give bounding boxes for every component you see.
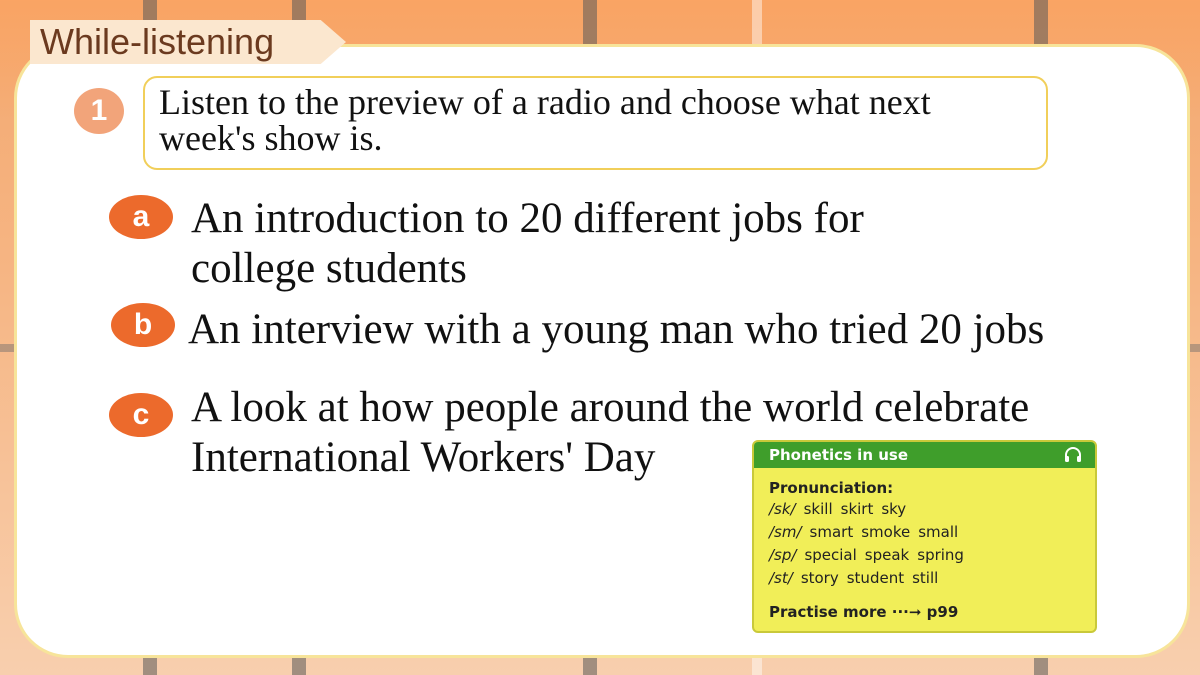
example-word: still xyxy=(912,569,939,587)
option-line: An introduction to 20 different jobs for xyxy=(191,195,864,242)
option-b-text[interactable]: An interview with a young man who tried … xyxy=(188,305,1044,355)
practise-more-link[interactable]: Practise more ···➞ p99 xyxy=(769,602,1095,622)
headphones-icon[interactable] xyxy=(1063,445,1083,465)
instruction-line: Listen to the preview of a radio and cho… xyxy=(159,82,931,122)
option-c-badge[interactable]: c xyxy=(109,393,173,437)
phonetics-header: Phonetics in use xyxy=(754,442,1095,468)
task-instruction-box: Listen to the preview of a radio and cho… xyxy=(143,76,1048,170)
phonetic-row: /sk/skill skirt sky xyxy=(769,498,1095,521)
option-line: college students xyxy=(191,245,467,292)
option-b-badge[interactable]: b xyxy=(111,303,175,347)
option-a-badge[interactable]: a xyxy=(109,195,173,239)
example-word: skirt xyxy=(840,500,874,518)
example-word: story xyxy=(800,569,839,587)
phonetic-symbol: /sk/ xyxy=(769,500,796,518)
example-word: speak xyxy=(864,546,910,564)
phonetic-symbol: /sm/ xyxy=(769,523,802,541)
option-a-text[interactable]: An introduction to 20 different jobs for… xyxy=(191,194,864,294)
phonetics-panel: Phonetics in use Pronunciation: /sk/skil… xyxy=(752,440,1097,633)
phonetic-symbol: /st/ xyxy=(769,569,793,587)
section-title: While-listening xyxy=(30,20,346,64)
example-word: sky xyxy=(881,500,907,518)
example-word: spring xyxy=(917,546,964,564)
phonetic-symbol: /sp/ xyxy=(769,546,797,564)
example-word: student xyxy=(846,569,905,587)
phonetic-row: /sm/smart smoke small xyxy=(769,521,1095,544)
example-word: special xyxy=(804,546,857,564)
example-word: small xyxy=(918,523,959,541)
phonetic-row: /st/story student still xyxy=(769,567,1095,590)
phonetics-body: Pronunciation: /sk/skill skirt sky /sm/sma… xyxy=(754,468,1095,622)
option-line: A look at how people around the world ce… xyxy=(191,384,1030,431)
phonetics-title: Phonetics in use xyxy=(769,446,909,464)
example-word: smoke xyxy=(861,523,911,541)
example-word: skill xyxy=(803,500,833,518)
task-number-badge: 1 xyxy=(74,88,124,134)
pronunciation-heading: Pronunciation: xyxy=(769,479,894,497)
instruction-line: week's show is. xyxy=(159,118,383,158)
option-line: An interview with a young man who tried … xyxy=(188,306,1045,353)
phonetic-row: /sp/special speak spring xyxy=(769,544,1095,567)
example-word: smart xyxy=(809,523,854,541)
